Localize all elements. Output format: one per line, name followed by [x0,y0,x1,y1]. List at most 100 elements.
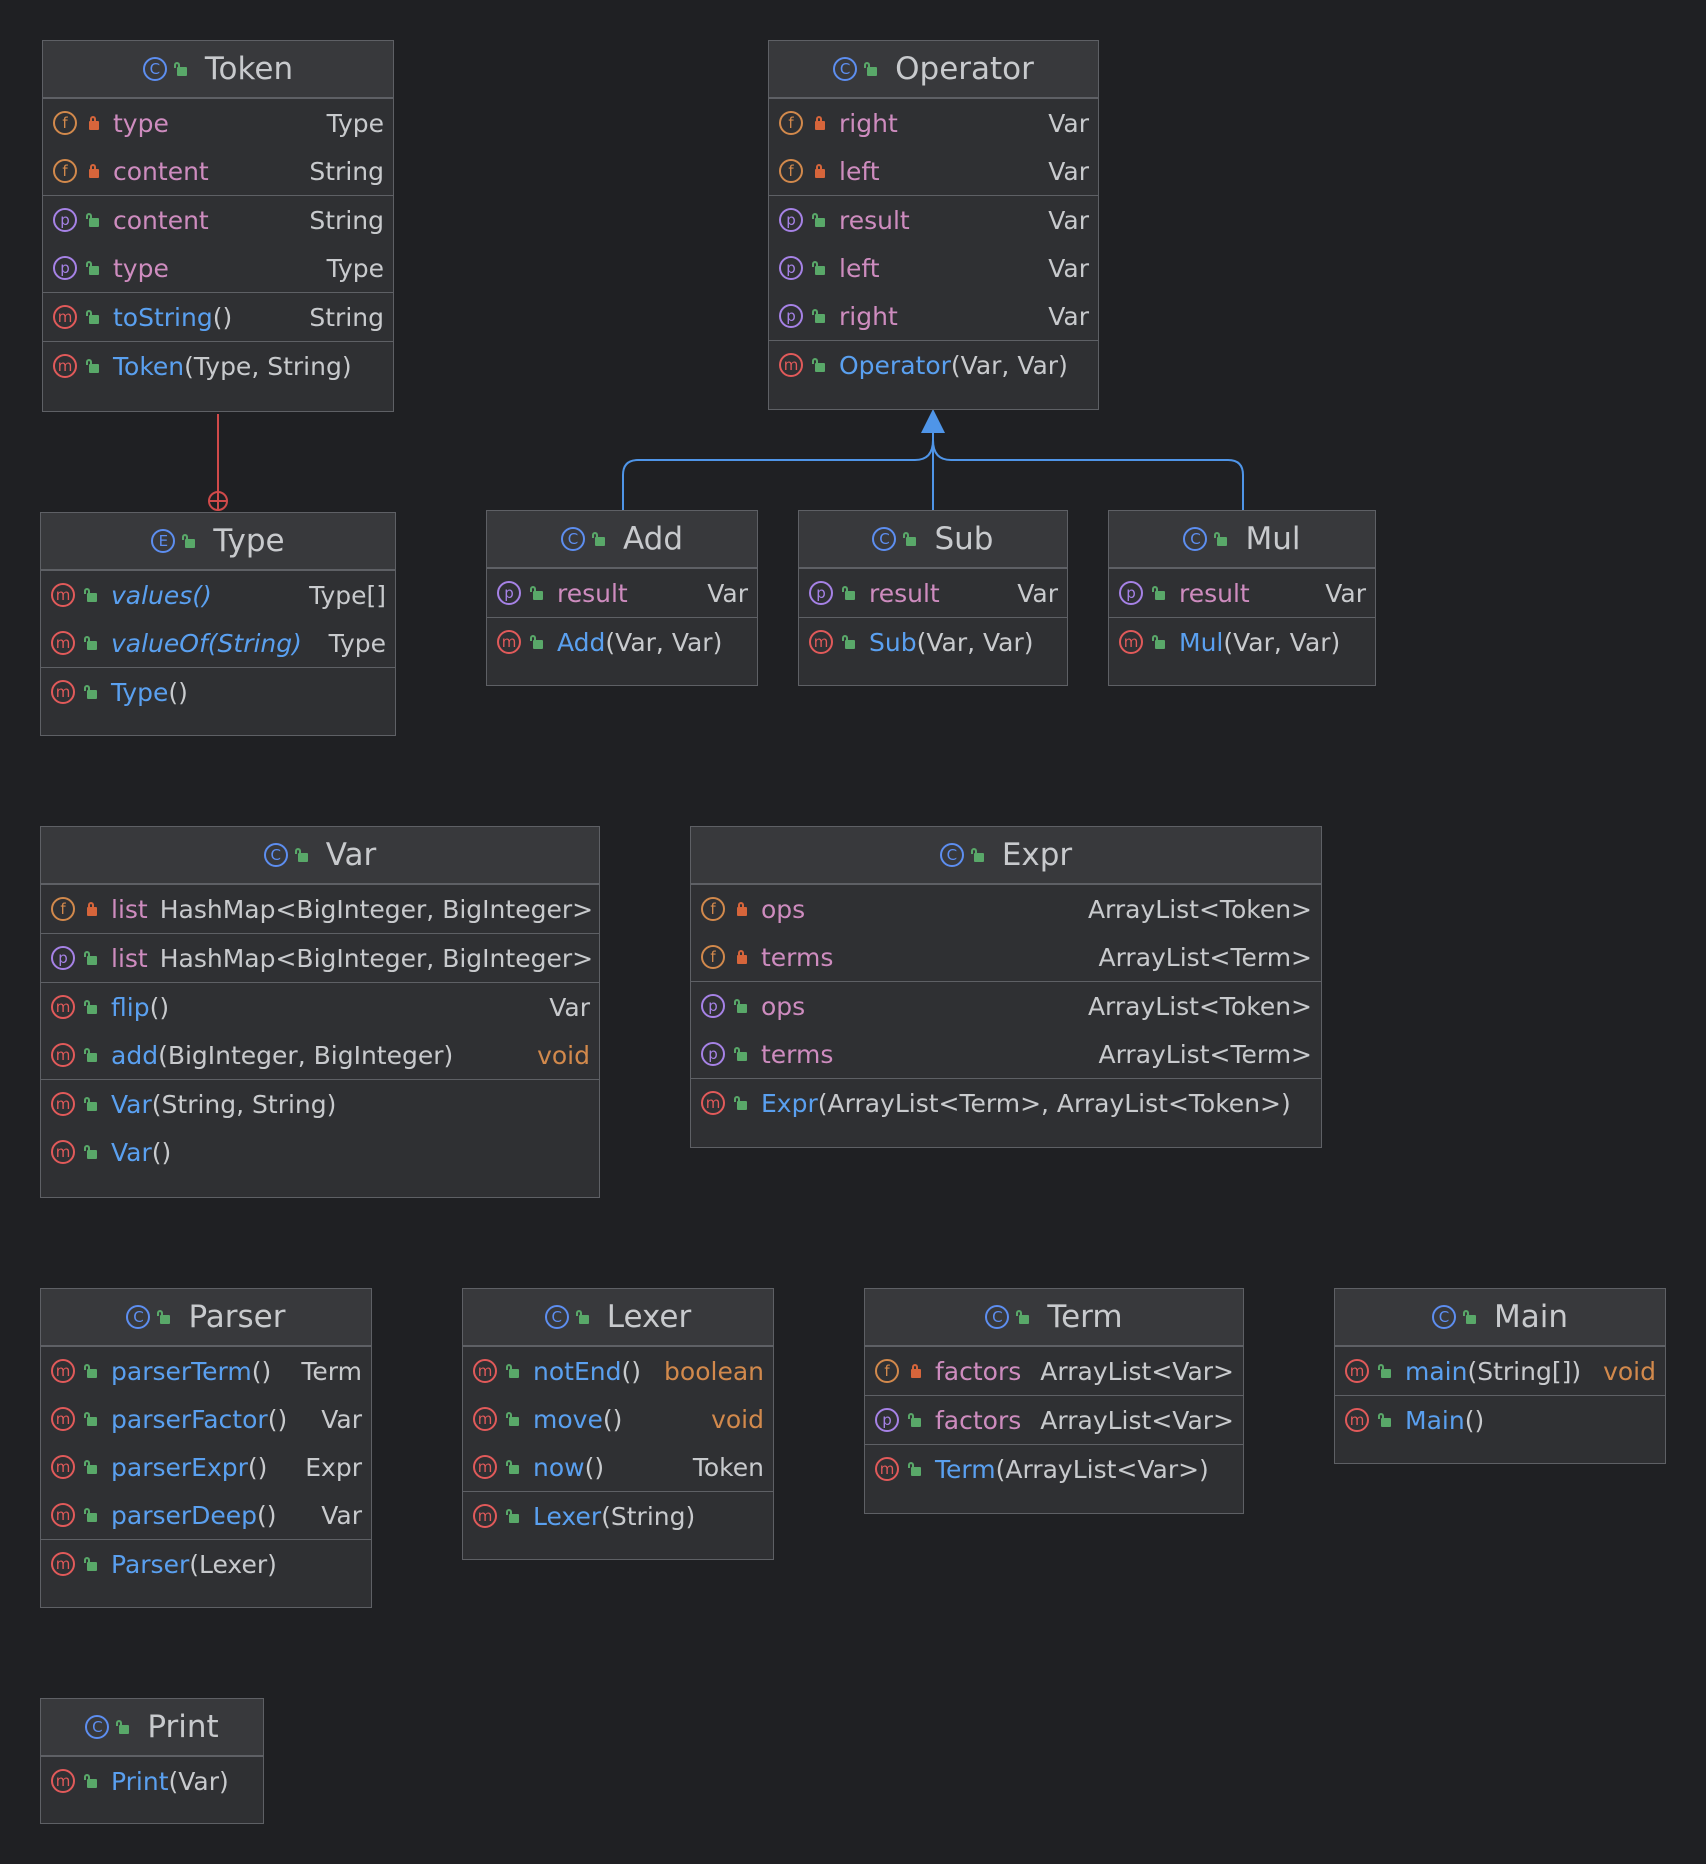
class-var[interactable]: C Var f list HashMap<BigInteger, BigInte… [40,826,600,1198]
public-icon [842,586,857,600]
field-icon: f [701,897,725,921]
field-row[interactable]: f factors ArrayList<Var> [865,1347,1243,1395]
constructor-params: () [151,1137,172,1167]
method-name: now [533,1452,585,1482]
class-print[interactable]: C Print m Print (Var) [40,1698,264,1824]
constructor-row[interactable]: m Operator (Var, Var) [769,341,1098,389]
methods-section: m main (String[]) void [1335,1346,1665,1395]
member-name: type [113,253,169,283]
class-add[interactable]: C Add p result Var m Add (Var, Var) [486,510,758,686]
public-icon [903,532,918,546]
class-lexer[interactable]: C Lexer m notEnd() boolean m move() void… [462,1288,774,1560]
method-row[interactable]: m main (String[]) void [1335,1347,1665,1395]
field-row[interactable]: f ops ArrayList<Token> [691,885,1321,933]
property-icon: p [1119,581,1143,605]
method-params: () [602,1404,623,1434]
field-row[interactable]: f right Var [769,99,1098,147]
constructor-row[interactable]: m Lexer (String) [463,1492,773,1540]
method-params: (BigInteger, BigInteger) [158,1040,454,1070]
class-icon: C [263,843,288,867]
constructor-row[interactable]: m Main() [1335,1396,1665,1444]
constructor-params: (Var, Var) [605,627,723,657]
constructor-params: (String, String) [151,1089,337,1119]
constructor-row[interactable]: m Term (ArrayList<Var>) [865,1445,1243,1493]
method-row[interactable]: m notEnd() boolean [463,1347,773,1395]
class-sub[interactable]: C Sub p result Var m Sub (Var, Var) [798,510,1068,686]
field-row[interactable]: f list HashMap<BigInteger, BigInteger> [41,885,599,933]
method-row[interactable]: m parserFactor() Var [41,1395,371,1443]
constructor-row[interactable]: m Var() [41,1128,599,1176]
method-row[interactable]: m move() void [463,1395,773,1443]
constructor-row[interactable]: m Mul (Var, Var) [1109,618,1375,666]
member-name: terms [761,1039,834,1069]
public-icon [908,1462,923,1476]
constructor-row[interactable]: m Parser (Lexer) [41,1540,371,1588]
property-row[interactable]: p content String [43,196,393,244]
property-row[interactable]: p ops ArrayList<Token> [691,982,1321,1030]
methods-section: m flip() Var m add (BigInteger, BigIntege… [41,982,599,1079]
class-term[interactable]: C Term f factors ArrayList<Var> p factor… [864,1288,1244,1514]
property-row[interactable]: p right Var [769,292,1098,340]
enum-type[interactable]: E Type m values() Type[] m valueOf(Strin… [40,512,396,736]
property-row[interactable]: p left Var [769,244,1098,292]
field-row[interactable]: f type Type [43,99,393,147]
class-name: Parser [188,1299,286,1335]
field-row[interactable]: f terms ArrayList<Term> [691,933,1321,981]
constructor-params: (ArrayList<Var>) [995,1454,1209,1484]
method-icon: m [53,354,77,378]
method-icon: m [51,1359,75,1383]
field-row[interactable]: f content String [43,147,393,195]
field-icon: f [53,159,77,183]
property-row[interactable]: p result Var [1109,569,1375,617]
method-row[interactable]: m parserExpr() Expr [41,1443,371,1491]
constructor-row[interactable]: m Token (Type, String) [43,342,393,390]
method-row[interactable]: m toString() String [43,293,393,341]
class-lexer-header: C Lexer [463,1289,773,1346]
method-row[interactable]: m flip() Var [41,983,599,1031]
method-icon: m [51,1092,75,1116]
class-icon: C [833,57,858,81]
constructor-row[interactable]: m Type() [41,668,395,716]
class-parser[interactable]: C Parser m parserTerm() Term m parserFac… [40,1288,372,1608]
property-row[interactable]: p result Var [769,196,1098,244]
constructor-row[interactable]: m Var (String, String) [41,1080,599,1128]
field-row[interactable]: f left Var [769,147,1098,195]
class-expr[interactable]: C Expr f ops ArrayList<Token> f terms Ar… [690,826,1322,1148]
property-row[interactable]: p list HashMap<BigInteger, BigInteger> [41,934,599,982]
properties-section: p list HashMap<BigInteger, BigInteger> [41,933,599,982]
member-type: String [309,156,384,186]
class-term-header: C Term [865,1289,1243,1346]
method-row[interactable]: m valueOf(String) Type [41,619,395,667]
constructors-section: m Token (Type, String) [43,341,393,390]
methods-section: m toString() String [43,292,393,341]
property-row[interactable]: p result Var [799,569,1067,617]
private-lock-icon [87,164,101,178]
method-name: parserExpr [111,1452,248,1482]
public-icon [84,685,99,699]
constructor-row[interactable]: m Sub (Var, Var) [799,618,1067,666]
member-name: list [111,943,148,973]
class-main[interactable]: C Main m main (String[]) void m Main() [1334,1288,1666,1464]
constructor-params: (Var, Var) [950,350,1068,380]
property-row[interactable]: p factors ArrayList<Var> [865,1396,1243,1444]
public-icon [182,534,197,548]
constructor-row[interactable]: m Add (Var, Var) [487,618,757,666]
property-row[interactable]: p terms ArrayList<Term> [691,1030,1321,1078]
field-icon: f [779,111,803,135]
method-row[interactable]: m values() Type[] [41,571,395,619]
class-token[interactable]: C Token f type Type f content String p c… [42,40,394,412]
class-name: Main [1493,1299,1568,1335]
public-icon [86,359,101,373]
property-row[interactable]: p result Var [487,569,757,617]
constructor-row[interactable]: m Print (Var) [41,1757,263,1805]
public-icon [84,588,99,602]
method-row[interactable]: m parserDeep() Var [41,1491,371,1539]
constructor-row[interactable]: m Expr (ArrayList<Term>, ArrayList<Token>… [691,1079,1321,1127]
class-mul[interactable]: C Mul p result Var m Mul (Var, Var) [1108,510,1376,686]
member-name: left [839,156,880,186]
method-row[interactable]: m now() Token [463,1443,773,1491]
class-operator[interactable]: C Operator f right Var f left Var p resu… [768,40,1099,410]
method-row[interactable]: m parserTerm() Term [41,1347,371,1395]
property-row[interactable]: p type Type [43,244,393,292]
method-row[interactable]: m add (BigInteger, BigInteger) void [41,1031,599,1079]
